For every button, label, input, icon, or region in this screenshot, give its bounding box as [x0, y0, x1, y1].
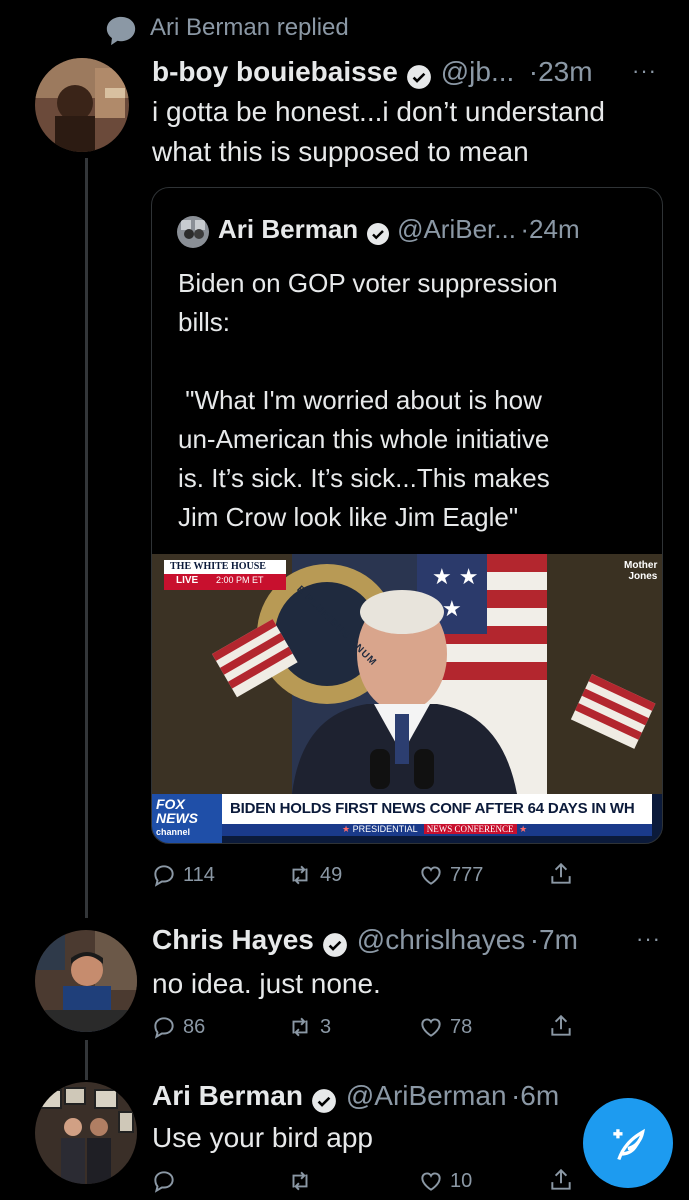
- quoted-text-line: is. It’s sick. It’s sick...This makes: [178, 463, 550, 493]
- avatar-bboy[interactable]: [35, 58, 129, 152]
- like-button[interactable]: 777: [418, 862, 483, 888]
- fox-logo-line: FOX: [156, 796, 185, 812]
- tweet-text: no idea. just none.: [152, 968, 381, 999]
- reply-count: 86: [183, 1015, 206, 1038]
- watermark-line: Mother: [624, 560, 658, 571]
- quoted-header: Ari Berman @AriBer... ·24m: [218, 214, 580, 246]
- share-icon: [551, 1168, 571, 1190]
- quoted-text-line: Jim Crow look like Jim Eagle": [178, 502, 519, 532]
- fox-logo-line: channel: [156, 827, 191, 837]
- tweet3-header: Ari Berman @AriBerman ·6m: [152, 1080, 559, 1114]
- quoted-text-line: "What I'm worried about is how: [178, 385, 542, 415]
- tweet2-header: Chris Hayes @chrislhayes ·7m: [152, 924, 578, 958]
- quoted-author-handle: @AriBer...: [397, 214, 516, 244]
- more-options-icon[interactable]: ···: [636, 926, 661, 952]
- author-name[interactable]: b-boy bouiebaisse: [152, 56, 398, 87]
- news-headline: BIDEN HOLDS FIRST NEWS CONF AFTER 64 DAY…: [230, 800, 635, 817]
- quoted-media-image[interactable]: ★ ★ ★ THE WHITE HOUSE LIVE 2:00 PM ET E …: [152, 554, 662, 843]
- quoted-author-name: Ari Berman: [218, 214, 359, 244]
- live-bug-title: THE WHITE HOUSE: [170, 561, 266, 572]
- quoted-text-line: un-American this whole initiative: [178, 424, 550, 454]
- reply-button[interactable]: 114: [151, 862, 215, 888]
- live-bug-live: LIVE: [176, 575, 199, 586]
- svg-text:★ ★: ★ ★: [432, 565, 478, 590]
- like-icon: [421, 1018, 441, 1037]
- share-button[interactable]: [548, 1012, 574, 1040]
- reply-button[interactable]: [151, 1168, 177, 1194]
- reply-icon: [154, 865, 174, 887]
- watermark-line: Jones: [628, 571, 658, 582]
- author-name[interactable]: Ari Berman: [152, 1080, 303, 1111]
- quoted-text-line: Biden on GOP voter suppression: [178, 268, 558, 298]
- avatar-ari-berman[interactable]: [35, 1082, 137, 1184]
- author-name[interactable]: Chris Hayes: [152, 924, 314, 955]
- tweet-text-line: i gotta be honest...i don’t understand: [152, 96, 605, 127]
- author-handle[interactable]: @chrislhayes: [357, 924, 525, 955]
- quoted-text-line: bills:: [178, 307, 231, 337]
- quoted-timestamp: ·24m: [520, 214, 580, 244]
- svg-text:★: ★: [442, 597, 462, 622]
- like-count: 78: [450, 1015, 473, 1038]
- like-icon: [421, 866, 441, 885]
- quoted-tweet-card[interactable]: Ari Berman @AriBer... ·24m Biden on GOP …: [151, 187, 663, 844]
- thread-line: [85, 158, 88, 918]
- compose-tweet-button[interactable]: [583, 1098, 673, 1188]
- share-button[interactable]: [548, 860, 574, 888]
- like-button[interactable]: 10: [418, 1168, 472, 1194]
- subline-part: NEWS CONFERENCE: [423, 824, 517, 834]
- retweet-count: 3: [320, 1015, 332, 1038]
- avatar-chris-hayes[interactable]: [35, 930, 137, 1032]
- more-options-icon[interactable]: ···: [632, 58, 657, 84]
- replied-context: Ari Berman replied: [150, 14, 349, 41]
- fox-logo-line: NEWS: [156, 810, 198, 826]
- retweet-icon: [292, 1171, 308, 1191]
- verified-badge-icon: [312, 1088, 337, 1113]
- tweet-text-line: what this is supposed to mean: [152, 136, 529, 167]
- reply-button[interactable]: 86: [151, 1014, 205, 1040]
- author-handle[interactable]: @jb...: [441, 56, 515, 87]
- author-handle[interactable]: @AriBerman: [346, 1080, 507, 1111]
- verified-badge-icon: [323, 932, 348, 957]
- thread-line: [85, 1040, 88, 1080]
- share-icon: [551, 862, 571, 884]
- fox-news-logo: FOX NEWS channel: [156, 797, 218, 839]
- speech-bubble-icon: [106, 16, 136, 46]
- live-bug-time: 2:00 PM ET: [216, 575, 264, 585]
- tweet-text: Use your bird app: [152, 1122, 374, 1153]
- like-button[interactable]: 78: [418, 1014, 472, 1040]
- verified-badge-icon: [366, 222, 389, 245]
- like-count: 10: [450, 1169, 473, 1192]
- compose-tweet-icon: [613, 1128, 645, 1161]
- news-subline: ★ PRESIDENTIAL NEWS CONFERENCE ★: [342, 824, 528, 834]
- verified-badge-icon: [407, 64, 432, 89]
- reply-count: 114: [183, 863, 215, 886]
- share-button[interactable]: [548, 1166, 574, 1194]
- tweet1-header: b-boy bouiebaisse @jb... ·23m: [152, 56, 593, 90]
- share-icon: [551, 1014, 571, 1036]
- timestamp[interactable]: ·6m: [511, 1080, 559, 1111]
- subline-part: PRESIDENTIAL: [352, 824, 418, 834]
- retweet-button[interactable]: 49: [286, 862, 342, 888]
- retweet-button[interactable]: 3: [286, 1014, 331, 1040]
- like-icon: [421, 1172, 441, 1191]
- timestamp[interactable]: ·7m: [530, 924, 578, 955]
- retweet-icon: [292, 1017, 308, 1037]
- retweet-button[interactable]: [286, 1168, 314, 1194]
- timestamp[interactable]: ·23m: [529, 56, 593, 87]
- retweet-icon: [292, 865, 308, 885]
- avatar-ari-small: [177, 216, 209, 248]
- reply-icon: [154, 1171, 174, 1193]
- mother-jones-watermark: Mother Jones: [624, 560, 657, 582]
- retweet-count: 49: [320, 863, 343, 886]
- like-count: 777: [450, 863, 484, 886]
- reply-icon: [154, 1017, 174, 1039]
